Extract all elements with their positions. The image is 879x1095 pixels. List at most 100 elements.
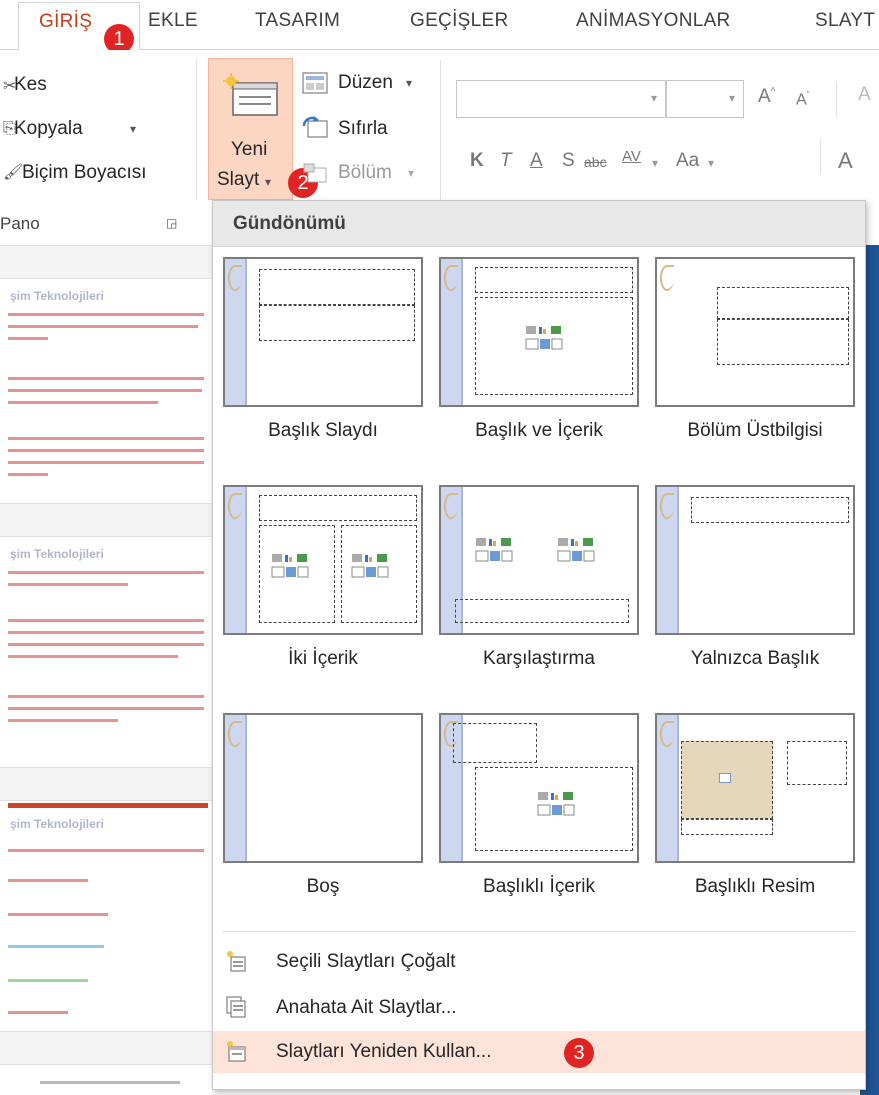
reset-button[interactable]: Sıfırla	[338, 118, 388, 140]
content-placeholder-icon	[537, 792, 575, 816]
layout-preview	[223, 713, 423, 863]
content-placeholder-icon	[475, 538, 513, 562]
shadow-button[interactable]: S	[562, 150, 575, 172]
shrink-font-icon[interactable]: Aˇ	[796, 90, 810, 109]
italic-button[interactable]: T	[500, 150, 512, 172]
layout-preview	[439, 485, 639, 635]
strikethrough-button[interactable]: abc	[584, 154, 607, 170]
layout-preview	[655, 713, 855, 863]
font-name-combo[interactable]: ▾	[456, 80, 666, 118]
font-size-combo[interactable]: ▾	[666, 80, 744, 118]
thumbnail-text-line	[8, 945, 104, 948]
command-label: Seçili Slaytları Çoğalt	[276, 951, 456, 972]
layout-label: Başlık Slaydı	[268, 420, 378, 441]
new-slide-icon	[223, 73, 278, 116]
tab-slayt[interactable]: SLAYT	[815, 10, 875, 32]
cut-button[interactable]: Kes	[14, 74, 47, 96]
bold-button[interactable]: K	[470, 150, 484, 172]
thumbnail-title: şim Teknolojileri	[10, 289, 104, 303]
divider	[820, 140, 821, 174]
layout-preview	[223, 257, 423, 407]
layout-dropdown-icon[interactable]: ▾	[406, 76, 412, 90]
copy-dropdown-icon[interactable]: ▾	[130, 122, 136, 136]
slide-thumbnail-pane[interactable]: şim Teknolojileri şim Teknolojileri şim …	[0, 245, 215, 1095]
thumbnail-text-line	[8, 879, 88, 882]
reset-icon	[302, 116, 328, 138]
thumbnail-title: şim Teknolojileri	[10, 547, 104, 561]
thumbnail-text-line	[8, 719, 118, 722]
duplicate-slides-command[interactable]: Seçili Slaytları Çoğalt	[213, 941, 865, 983]
copy-button[interactable]: Kopyala	[14, 118, 83, 140]
slides-from-outline-command[interactable]: Anahata Ait Slaytlar...	[213, 987, 865, 1029]
format-painter-icon: 🖌	[3, 164, 24, 181]
layout-label: Başlık ve İçerik	[475, 420, 603, 441]
tab-tasarim[interactable]: TASARIM	[255, 10, 340, 32]
dialog-launcher-icon[interactable]: ◲	[166, 216, 177, 230]
gallery-header: Gündönümü	[213, 201, 865, 247]
layout-button[interactable]: Düzen	[338, 72, 393, 94]
thumbnail-text-line	[8, 643, 204, 646]
chevron-down-icon[interactable]: ▾	[652, 156, 658, 170]
layout-preview	[655, 257, 855, 407]
thumbnail-separator	[0, 503, 215, 537]
chevron-down-icon: ▾	[728, 91, 735, 105]
content-placeholder-icon	[557, 538, 595, 562]
content-placeholder-icon	[525, 326, 563, 350]
format-painter-button[interactable]: Biçim Boyacısı	[22, 162, 147, 184]
underline-button[interactable]: A	[530, 150, 543, 172]
section-button[interactable]: Bölüm	[338, 162, 392, 184]
section-icon	[303, 163, 327, 183]
new-slide-button[interactable]: Yeni Slayt ▾	[208, 58, 293, 200]
thumbnail-accent-line	[8, 803, 208, 808]
group-divider	[440, 60, 441, 200]
reuse-slides-icon	[227, 1041, 246, 1062]
thumbnail-separator	[0, 245, 215, 279]
thumbnail-text-line	[8, 979, 88, 982]
tab-gecisler[interactable]: GEÇİŞLER	[410, 10, 509, 32]
thumbnail-text-line	[8, 325, 198, 328]
thumbnail-text-line	[8, 337, 48, 340]
grow-font-icon[interactable]: A^	[758, 86, 775, 108]
thumbnail-text-line	[8, 437, 204, 440]
tab-ekle[interactable]: EKLE	[148, 10, 198, 32]
tab-animasyonlar[interactable]: ANİMASYONLAR	[576, 10, 731, 32]
char-spacing-button[interactable]: AV	[622, 148, 641, 165]
thumbnail-separator	[0, 767, 215, 801]
clear-formatting-icon[interactable]: A	[858, 84, 871, 106]
layout-label: Başlıklı Resim	[694, 876, 816, 897]
thumbnail-text-line	[8, 849, 204, 852]
chevron-down-icon[interactable]: ▾	[708, 156, 714, 170]
thumbnail-text-line	[8, 695, 204, 698]
thumbnail-text-line	[8, 1011, 68, 1014]
change-case-button[interactable]: Aa	[676, 150, 699, 172]
layout-label: Yalnızca Başlık	[690, 648, 820, 669]
reuse-slides-command[interactable]: Slaytları Yeniden Kullan...	[213, 1031, 865, 1073]
thumbnail-text-line	[8, 473, 48, 476]
thumbnail-text-line	[8, 631, 204, 634]
thumbnail-text-line	[8, 571, 204, 574]
thumbnail-text-line	[8, 655, 178, 658]
layout-label: Bölüm Üstbilgisi	[687, 420, 823, 441]
layout-preview	[439, 713, 639, 863]
duplicate-slides-icon	[227, 951, 246, 972]
layout-preview	[439, 257, 639, 407]
divider	[836, 82, 837, 116]
content-placeholder-icon	[271, 554, 309, 578]
layout-label: Karşılaştırma	[483, 648, 595, 669]
layout-icon	[302, 72, 328, 94]
thumbnail-text-line	[8, 707, 204, 710]
command-label: Slaytları Yeniden Kullan...	[276, 1041, 492, 1062]
content-placeholder-icon	[351, 554, 389, 578]
thumbnail-text-line	[40, 1081, 180, 1084]
group-divider	[196, 60, 197, 200]
command-label: Anahata Ait Slaytlar...	[276, 997, 457, 1018]
menu-divider	[223, 931, 855, 932]
font-color-button[interactable]: A	[838, 148, 853, 174]
section-dropdown-icon[interactable]: ▾	[408, 166, 414, 180]
thumbnail-text-line	[8, 461, 204, 464]
layout-label: Başlıklı İçerik	[483, 876, 595, 897]
new-slide-label-1: Yeni	[231, 139, 268, 160]
thumbnail-text-line	[8, 913, 108, 916]
thumbnail-text-line	[8, 389, 202, 392]
new-slide-label-2: Slayt	[217, 169, 260, 190]
